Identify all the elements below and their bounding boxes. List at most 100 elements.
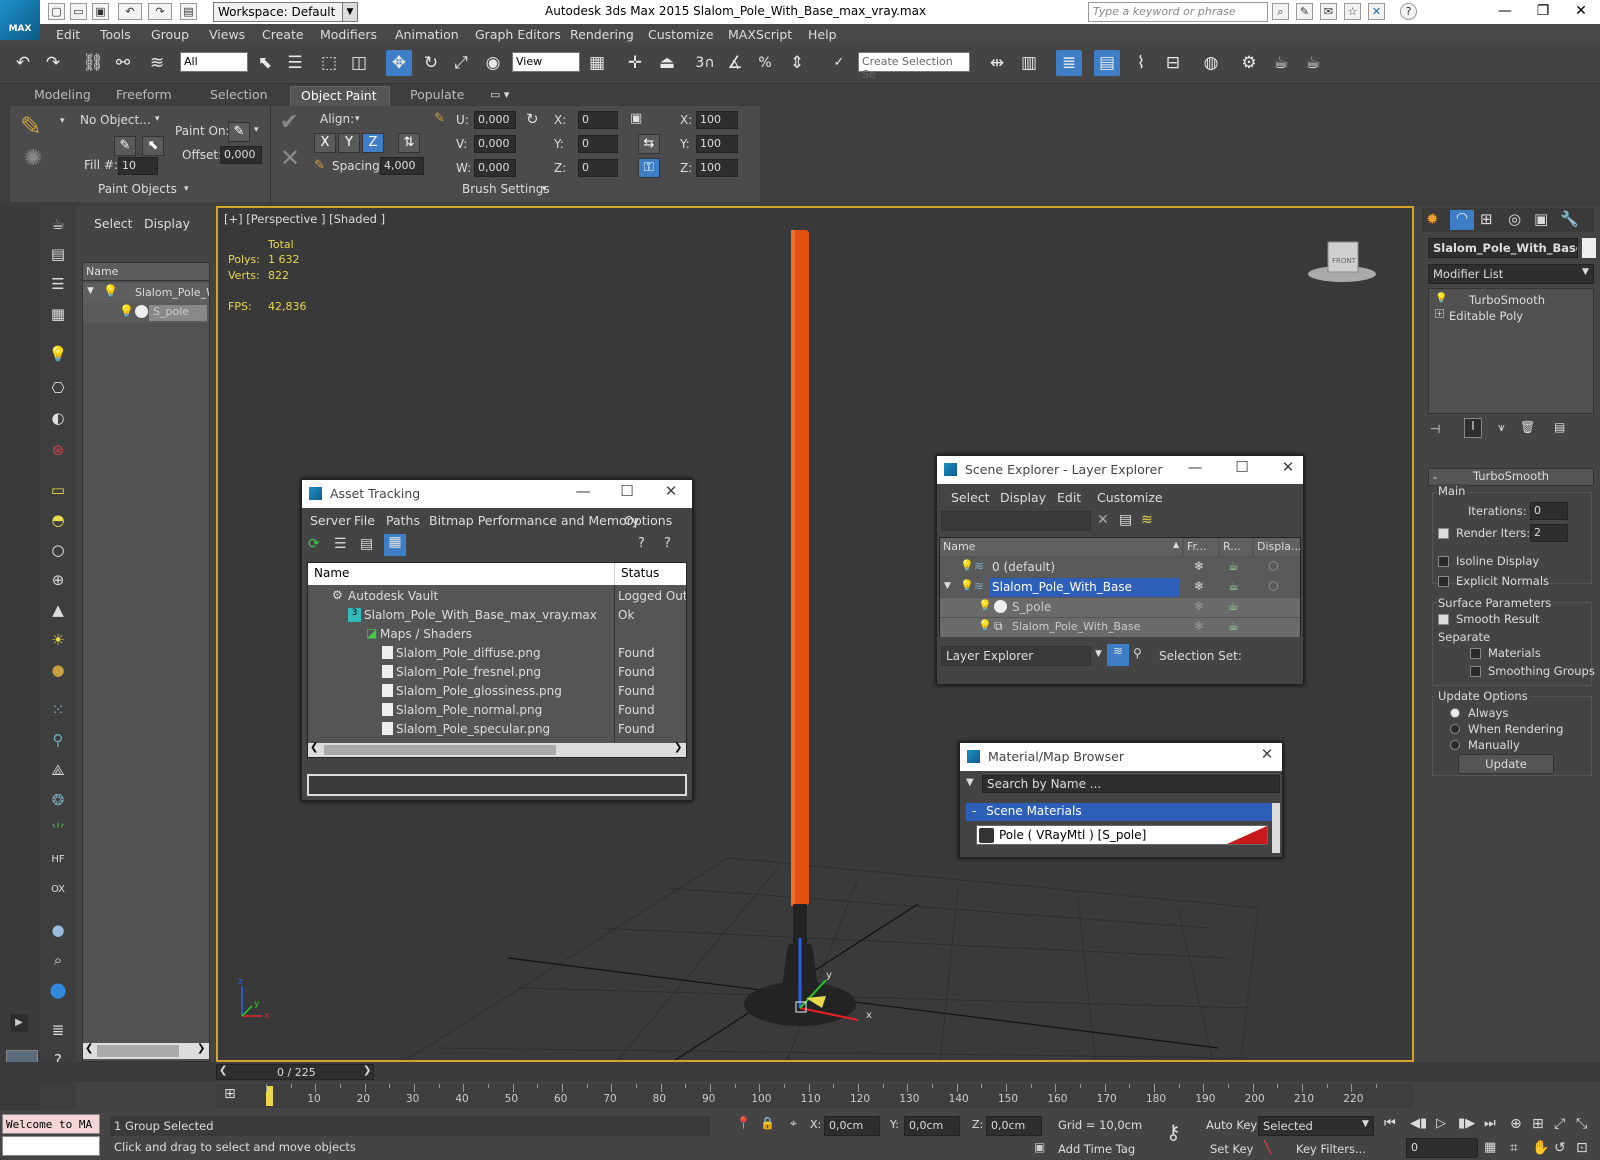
menu-modifiers[interactable]: Modifiers (320, 27, 377, 42)
object-name-field[interactable]: Slalom_Pole_With_Base (1428, 238, 1578, 258)
smooth-result-checkbox[interactable] (1438, 614, 1449, 625)
paint-objects-group-label[interactable]: Paint Objects (98, 182, 177, 196)
table-panel-icon[interactable]: ▦ (46, 302, 70, 326)
show-end-result-icon[interactable]: I (1464, 418, 1482, 438)
time-tag-icon[interactable]: ▣ (1034, 1140, 1045, 1154)
se-menu-select[interactable]: Select (951, 490, 990, 505)
manually-radio[interactable] (1450, 740, 1460, 750)
tab-object-paint[interactable]: Object Paint (290, 86, 390, 106)
absolute-mode-icon[interactable]: ⌖ (790, 1116, 797, 1131)
half-sphere-icon[interactable]: ◐ (46, 406, 70, 430)
key-filters-button[interactable]: Key Filters... (1296, 1142, 1366, 1156)
x-coord-field[interactable]: 0,0cm (824, 1116, 880, 1136)
pyramid-icon[interactable]: ⟁ (46, 758, 70, 782)
key-mode-dropdown[interactable]: Selected (1258, 1116, 1374, 1136)
display-tab-icon[interactable]: ▣ (1534, 210, 1548, 228)
menu-group[interactable]: Group (151, 27, 189, 42)
undo-toolbar-icon[interactable]: ↶ (10, 50, 36, 76)
mb-options-chevron-icon[interactable]: ▼ (966, 777, 974, 788)
asset-col-name[interactable]: Name (308, 563, 614, 585)
display-box-icon[interactable]: ⬡ (1268, 579, 1278, 593)
edit-paint-icon[interactable]: ✎ (114, 136, 136, 156)
autodesk-x-icon[interactable]: ✕ (1368, 3, 1385, 20)
dome-icon[interactable]: ◓ (46, 508, 70, 532)
se-search-input[interactable] (941, 511, 1091, 531)
menu-options[interactable]: Options (624, 513, 672, 528)
new-icon[interactable]: ▢ (48, 3, 65, 20)
refresh-icon[interactable]: ⟳ (308, 536, 320, 552)
ribbon-options-icon[interactable]: ▭ ▾ (490, 88, 509, 101)
save-icon[interactable]: ▣ (92, 3, 109, 20)
sphere-icon[interactable]: ● (46, 658, 70, 682)
mb-material-item[interactable]: Pole ( VRayMtl ) [S_pole] (976, 825, 1268, 845)
workspace-dropdown[interactable]: Workspace: Default (213, 2, 358, 22)
freeze-snowflake-icon[interactable]: ❄ (1194, 619, 1204, 633)
go-to-start-icon[interactable]: ⏮ (1384, 1116, 1396, 1131)
gear-sphere-icon[interactable]: ❂ (46, 788, 70, 812)
commit-check-icon[interactable]: ✔ (280, 110, 298, 135)
table-row[interactable]: 💡 ⧉ Slalom_Pole_With_Base ❄ ☕ (940, 618, 1300, 637)
rendered-frame-window-icon[interactable]: ☕ (1268, 50, 1294, 76)
table-row[interactable]: Slalom_Pole_fresnel.png Found (308, 663, 686, 682)
light-icon[interactable]: 💡 (46, 342, 70, 366)
bind-spacewarp-icon[interactable]: ≋ (144, 50, 170, 76)
menu-animation[interactable]: Animation (395, 27, 459, 42)
se-menu-edit[interactable]: Edit (1057, 490, 1081, 505)
material-editor-icon[interactable]: ◍ (1198, 50, 1224, 76)
named-selection-set-dropdown[interactable]: Create Selection Se (858, 52, 970, 81)
isolate-pin-icon[interactable]: 📍 (736, 1116, 751, 1130)
rollout-collapse-icon[interactable]: - (1433, 470, 1437, 484)
configure-sets-icon[interactable]: ▤ (1554, 420, 1565, 434)
visibility-bulb-icon[interactable]: 💡 (978, 599, 992, 612)
cancel-x-icon[interactable]: ✕ (280, 144, 300, 172)
table-row[interactable]: 3 Slalom_Pole_With_Base_max_vray.max Ok (308, 606, 686, 625)
material-browser-titlebar[interactable]: Material/Map Browser ✕ (960, 743, 1282, 771)
lock-scale-button[interactable]: ⚿ (638, 158, 660, 178)
selection-lock-icon[interactable]: 🔒 (760, 1116, 775, 1130)
redo-toolbar-icon[interactable]: ↷ (40, 50, 66, 76)
key-mode-chevron-icon[interactable]: ▼ (1362, 1119, 1369, 1129)
next-frame-icon[interactable]: ▮▶ (1458, 1116, 1475, 1131)
details-view-icon[interactable]: ▤ (360, 536, 373, 552)
time-next-icon[interactable]: ❯ (363, 1065, 371, 1076)
se-hierarchy-icon[interactable]: ⚲ (1133, 646, 1142, 660)
always-radio[interactable] (1450, 708, 1460, 718)
help-context-icon[interactable]: ? (664, 536, 671, 551)
ribbon-toggle-icon[interactable]: ▤ (1094, 50, 1120, 76)
paint-on-chevron-icon[interactable]: ▾ (254, 125, 259, 135)
add-time-tag[interactable]: Add Time Tag (1058, 1142, 1135, 1156)
current-frame-field[interactable]: 0 (1406, 1138, 1478, 1158)
scrollbar-thumb[interactable] (97, 1045, 179, 1057)
se-col-display[interactable]: Displa... (1254, 538, 1300, 556)
open-icon[interactable]: ▭ (70, 3, 87, 20)
table-row[interactable]: Slalom_Pole_normal.png Found (308, 701, 686, 720)
render-teapot-icon[interactable]: ☕ (1228, 599, 1239, 613)
flip-axis-button[interactable]: ⇅ (398, 133, 420, 153)
asset-path-field[interactable] (307, 774, 687, 796)
maximize-viewport-icon[interactable]: ⊡ (1576, 1140, 1588, 1156)
mb-search-input[interactable]: Search by Name ... (982, 775, 1280, 793)
zoom-extents-all-icon[interactable]: ⤡ (1576, 1116, 1587, 1132)
set-key-button[interactable]: Set Key (1210, 1142, 1253, 1156)
motion-tab-icon[interactable]: ◎ (1508, 210, 1521, 228)
align-chevron-icon[interactable]: ▾ (355, 114, 360, 124)
fill-spinner[interactable]: 10 (118, 157, 158, 175)
brush-settings-chevron-icon[interactable]: ▾ (542, 184, 547, 194)
time-prev-icon[interactable]: ❮ (219, 1065, 227, 1076)
maximize-icon[interactable]: ☐ (1227, 458, 1257, 476)
table-row[interactable]: Slalom_Pole_glossiness.png Found (308, 682, 686, 701)
smoothing-groups-checkbox[interactable] (1470, 666, 1481, 677)
paint-objects-chevron-icon[interactable]: ▾ (184, 184, 189, 194)
key-icon[interactable]: ⚷ (1166, 1120, 1181, 1144)
create-tab-icon[interactable]: ✹ (1426, 210, 1439, 228)
explicit-normals-checkbox[interactable] (1438, 576, 1449, 587)
freeze-snowflake-icon[interactable]: ❄ (1194, 579, 1204, 593)
project-folder-icon[interactable]: ▤ (180, 3, 197, 20)
no-object-dropdown[interactable]: No Object... (80, 113, 151, 127)
placement-icon[interactable]: ◉ (480, 50, 506, 76)
ox-icon[interactable]: OX (46, 878, 70, 902)
subscription-icon[interactable]: ✎ (1296, 3, 1313, 20)
paint-brush-icon[interactable]: ✎ (20, 112, 60, 144)
menu-file[interactable]: File (354, 513, 375, 528)
dumbbell-icon[interactable]: ⚲ (46, 728, 70, 752)
